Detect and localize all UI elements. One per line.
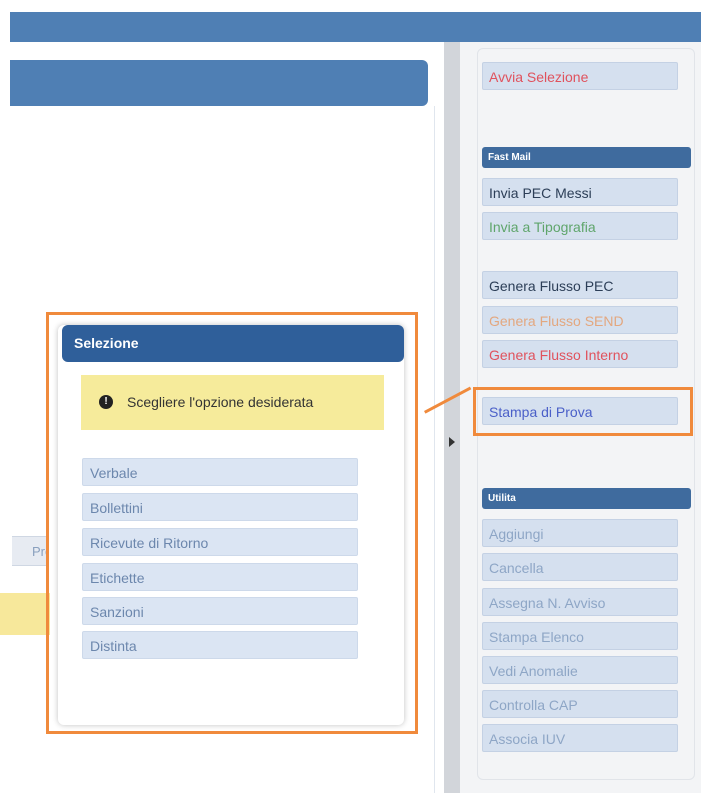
cancella-button[interactable]: Cancella — [482, 553, 678, 581]
invia-pec-messi-button[interactable]: Invia PEC Messi — [482, 178, 678, 206]
fast-mail-header: Fast Mail — [482, 147, 691, 168]
genera-flusso-send-button[interactable]: Genera Flusso SEND — [482, 306, 678, 334]
genera-flusso-interno-button[interactable]: Genera Flusso Interno — [482, 340, 678, 368]
associa-iuv-button[interactable]: Associa IUV — [482, 724, 678, 752]
controlla-cap-button[interactable]: Controlla CAP — [482, 690, 678, 718]
avvia-selezione-button[interactable]: Avvia Selezione — [482, 62, 678, 90]
main-panel-header — [10, 60, 428, 106]
panel-divider — [434, 106, 435, 793]
assegna-avviso-button[interactable]: Assegna N. Avviso — [482, 588, 678, 616]
top-bar-strip — [10, 12, 701, 42]
dialog-highlight — [46, 312, 418, 734]
invia-tipografia-button[interactable]: Invia a Tipografia — [482, 212, 678, 240]
collapse-arrow-icon[interactable] — [449, 437, 455, 447]
partial-alert-strip — [0, 593, 50, 635]
partial-tab[interactable]: Pro — [12, 536, 48, 566]
vedi-anomalie-button[interactable]: Vedi Anomalie — [482, 656, 678, 684]
genera-flusso-pec-button[interactable]: Genera Flusso PEC — [482, 271, 678, 299]
aggiungi-button[interactable]: Aggiungi — [482, 519, 678, 547]
stampa-prova-highlight — [473, 387, 693, 436]
stampa-elenco-button[interactable]: Stampa Elenco — [482, 622, 678, 650]
top-bar — [0, 0, 701, 42]
panel-splitter[interactable] — [444, 42, 460, 793]
utilita-header: Utilita — [482, 488, 691, 509]
